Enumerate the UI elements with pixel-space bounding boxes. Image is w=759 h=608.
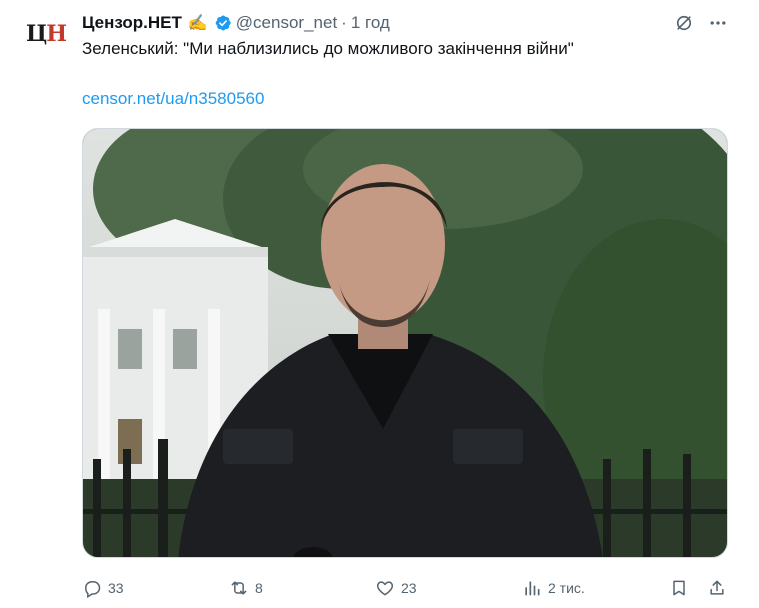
- reply-button[interactable]: 33: [82, 574, 124, 602]
- share-icon: [710, 580, 724, 595]
- tweet-text: Зеленський: "Ми наблизились до можливого…: [82, 39, 574, 58]
- grok-icon[interactable]: [673, 12, 695, 34]
- tweet-header: Цензор.НЕТ ✍️ @censor_net · 1 год: [82, 12, 390, 34]
- repost-count: 8: [255, 580, 263, 596]
- more-icon[interactable]: [707, 12, 729, 34]
- like-count: 23: [401, 580, 417, 596]
- author-handle[interactable]: @censor_net: [236, 13, 337, 33]
- share-button[interactable]: [707, 574, 727, 602]
- like-icon: [376, 581, 394, 596]
- reply-count: 33: [108, 580, 124, 596]
- like-button[interactable]: 23: [375, 574, 417, 602]
- bookmark-icon: [673, 580, 685, 596]
- views-count: 2 тис.: [548, 580, 585, 596]
- tweet-image[interactable]: [82, 128, 728, 558]
- avatar-letter-1: Ц: [25, 21, 47, 47]
- author-emoji: ✍️: [187, 15, 208, 32]
- views-button[interactable]: 2 тис.: [522, 574, 585, 602]
- avatar-letter-2: Н: [46, 21, 67, 47]
- timestamp[interactable]: 1 год: [351, 13, 390, 33]
- avatar[interactable]: ЦН: [22, 10, 70, 58]
- repost-button[interactable]: 8: [229, 574, 263, 602]
- views-icon: [525, 581, 540, 596]
- repost-icon: [231, 581, 247, 595]
- separator-dot: ·: [341, 13, 347, 32]
- author-name[interactable]: Цензор.НЕТ: [82, 13, 182, 33]
- tweet-link[interactable]: censor.net/ua/n3580560: [82, 89, 264, 109]
- bookmark-button[interactable]: [669, 574, 689, 602]
- reply-icon: [84, 581, 101, 598]
- photo-illustration: [83, 129, 727, 557]
- tweet-actions: 33 8 23 2 тис.: [0, 574, 759, 602]
- verified-icon: [215, 15, 231, 31]
